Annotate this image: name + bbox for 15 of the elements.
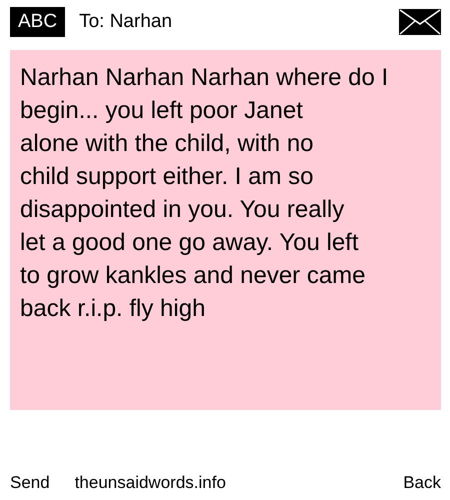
message-text-line: alone with the child, with no: [20, 129, 314, 159]
input-mode-indicator: ABC: [10, 7, 66, 37]
message-text-line: Narhan Narhan Narhan where do I: [20, 63, 388, 93]
envelope-icon: [399, 9, 441, 35]
message-text-line: begin... you left poor Janet: [20, 96, 303, 126]
recipient-label: To: Narhan: [79, 11, 174, 33]
message-text-line: let a good one go away. You left: [20, 228, 358, 258]
website-label: theunsaidwords.info: [74, 473, 227, 493]
back-softkey[interactable]: Back: [403, 473, 441, 493]
message-area[interactable]: [10, 50, 441, 410]
message-text-line: child support either. I am so: [20, 162, 314, 192]
message-text-line: disappointed in you. You really: [20, 195, 344, 225]
send-softkey[interactable]: Send: [10, 473, 50, 493]
message-text-line: to grow kankles and never came: [20, 261, 366, 291]
message-text-line: back r.i.p. fly high: [20, 294, 206, 324]
